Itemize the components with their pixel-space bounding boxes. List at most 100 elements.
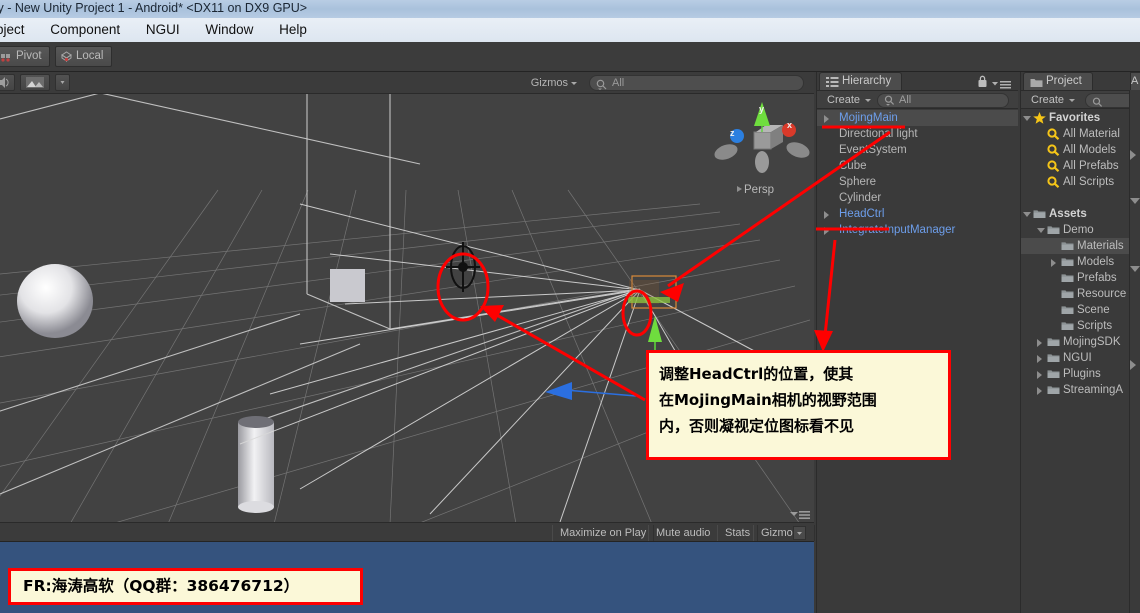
project-second-column-tab[interactable]: A <box>1130 72 1140 90</box>
project-tab[interactable]: Project <box>1023 72 1093 90</box>
disclosure-triangle-icon[interactable] <box>1051 259 1056 267</box>
project-item-label: Scripts <box>1077 320 1113 332</box>
collapse-arrow-icon-2[interactable] <box>1130 266 1140 272</box>
expand-arrow-icon[interactable] <box>1130 150 1136 160</box>
expand-arrow-icon-2[interactable] <box>1130 360 1136 370</box>
local-toggle-button[interactable]: Local <box>55 46 112 67</box>
maximize-on-play-button[interactable]: Maximize on Play <box>552 525 655 541</box>
project-item-label: MojingSDK <box>1063 336 1121 348</box>
project-item[interactable]: Models <box>1021 254 1140 270</box>
scene-lighting-icon[interactable] <box>20 74 51 91</box>
disclosure-triangle-icon[interactable] <box>824 115 829 123</box>
project-item-label: StreamingA <box>1063 384 1124 396</box>
project-item[interactable]: NGUI <box>1021 350 1140 366</box>
folder-icon <box>1047 368 1060 382</box>
hierarchy-item-label: MojingMain <box>839 112 898 124</box>
mute-audio-button[interactable]: Mute audio <box>648 525 719 541</box>
disclosure-triangle-icon[interactable] <box>1037 228 1045 233</box>
project-item-label: Resource <box>1077 288 1127 300</box>
window-titlebar: ty - New Unity Project 1 - Android* <DX1… <box>0 0 1140 18</box>
folder-icon <box>1061 288 1074 302</box>
project-item-label: All Scripts <box>1063 176 1115 188</box>
pivot-toggle-button[interactable]: Pivot <box>0 46 50 67</box>
folder-icon <box>1061 272 1074 286</box>
project-item[interactable]: All Scripts <box>1021 174 1140 190</box>
collapse-arrow-icon[interactable] <box>1130 198 1140 204</box>
hierarchy-create-button[interactable]: Create <box>821 93 876 108</box>
hierarchy-item[interactable]: Sphere <box>817 174 1018 190</box>
scene-object-cube <box>330 269 365 302</box>
project-item[interactable]: Assets <box>1021 206 1140 222</box>
project-create-label: Create <box>1031 94 1065 106</box>
project-create-button[interactable]: Create <box>1025 93 1080 108</box>
search-icon <box>1047 160 1060 174</box>
hierarchy-item[interactable]: Cube <box>817 158 1018 174</box>
menu-item-window[interactable]: Window <box>194 18 264 42</box>
project-createbar: Create <box>1021 91 1140 109</box>
hierarchy-item-label: HeadCtrl <box>839 208 885 220</box>
scene-search-input[interactable]: All <box>589 75 804 91</box>
project-item[interactable]: StreamingA <box>1021 382 1140 398</box>
menu-item-help[interactable]: Help <box>268 18 318 42</box>
project-item[interactable]: Prefabs <box>1021 270 1140 286</box>
hierarchy-item[interactable]: MojingMain <box>817 110 1018 126</box>
hierarchy-search-input[interactable]: All <box>877 93 1009 108</box>
scene-view-options-icon[interactable] <box>786 508 812 520</box>
scene-view-left-icons <box>0 74 72 92</box>
menu-item-component[interactable]: Component <box>39 18 131 42</box>
project-second-column[interactable]: A <box>1129 72 1140 613</box>
project-item[interactable]: Materials <box>1021 238 1140 254</box>
project-item[interactable]: Scripts <box>1021 318 1140 334</box>
project-item-label: All Prefabs <box>1063 160 1119 172</box>
folder-icon <box>1061 256 1074 270</box>
annotation-line-1: 调整HeadCtrl的位置，使其 <box>659 365 854 383</box>
hierarchy-search-value: All <box>899 94 912 106</box>
disclosure-triangle-icon[interactable] <box>1023 116 1031 121</box>
folder-icon <box>1047 352 1060 366</box>
menu-item-ngui[interactable]: NGUI <box>135 18 191 42</box>
search-icon <box>884 95 896 110</box>
hierarchy-item[interactable]: EventSystem <box>817 142 1018 158</box>
disclosure-triangle-icon[interactable] <box>1037 355 1042 363</box>
folder-icon <box>1047 336 1060 350</box>
folder-icon <box>1061 240 1074 254</box>
disclosure-triangle-icon[interactable] <box>1023 212 1031 217</box>
disclosure-triangle-icon[interactable] <box>1037 387 1042 395</box>
scene-search-value: All <box>612 77 625 89</box>
project-item[interactable]: MojingSDK <box>1021 334 1140 350</box>
hierarchy-item[interactable]: Directional light <box>817 126 1018 142</box>
menu-item-gameobject[interactable]: bject <box>0 18 36 42</box>
hierarchy-tab-label: Hierarchy <box>842 75 892 87</box>
disclosure-triangle-icon[interactable] <box>1037 339 1042 347</box>
project-item[interactable]: Scene <box>1021 302 1140 318</box>
project-item[interactable]: All Prefabs <box>1021 158 1140 174</box>
disclosure-triangle-icon[interactable] <box>824 211 829 219</box>
window-title: ty - New Unity Project 1 - Android* <DX1… <box>0 1 308 15</box>
hierarchy-item[interactable]: Cylinder <box>817 190 1018 206</box>
project-item[interactable]: Resource <box>1021 286 1140 302</box>
scene-gizmos-dropdown[interactable]: Gizmos <box>525 75 582 91</box>
project-item[interactable]: All Material <box>1021 126 1140 142</box>
pivot-icon <box>0 50 13 63</box>
disclosure-triangle-icon[interactable] <box>1037 371 1042 379</box>
project-item[interactable]: All Models <box>1021 142 1140 158</box>
folder-icon <box>1061 320 1074 334</box>
project-item[interactable]: Demo <box>1021 222 1140 238</box>
project-item[interactable]: Favorites <box>1021 110 1140 126</box>
project-item-label: Prefabs <box>1077 272 1117 284</box>
audio-icon[interactable] <box>0 74 15 91</box>
hierarchy-item[interactable]: IntegrateInputManager <box>817 222 1018 238</box>
project-item-label: Demo <box>1063 224 1094 236</box>
disclosure-triangle-icon[interactable] <box>824 227 829 235</box>
game-gizmos-chevron-icon[interactable] <box>793 526 806 540</box>
hierarchy-tab[interactable]: Hierarchy <box>819 72 903 90</box>
scene-effects-dropdown[interactable] <box>55 74 71 91</box>
project-tree[interactable]: Favorites All Material All Models All Prefa… <box>1021 110 1140 613</box>
stats-button[interactable]: Stats <box>717 525 759 541</box>
project-item-label: All Models <box>1063 144 1117 156</box>
project-item[interactable]: Plugins <box>1021 366 1140 382</box>
local-label: Local <box>76 50 104 62</box>
annotation-callout: 调整HeadCtrl的位置，使其 在MojingMain相机的视野范围 内，否则… <box>646 350 951 460</box>
hierarchy-item[interactable]: HeadCtrl <box>817 206 1018 222</box>
unity-editor-window: ty - New Unity Project 1 - Android* <DX1… <box>0 0 1140 613</box>
